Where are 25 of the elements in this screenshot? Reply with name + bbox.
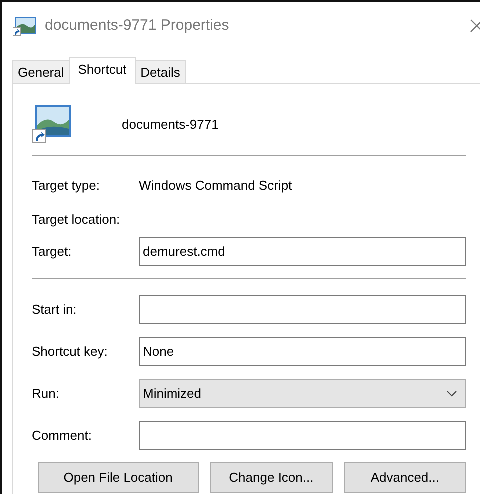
info-value: Windows Command Script (139, 178, 292, 192)
field-label: Target: (32, 244, 73, 259)
tab[interactable]: Shortcut (69, 57, 136, 84)
window-title: documents-9771 Properties (45, 17, 230, 34)
field-label: Run: (32, 386, 60, 401)
shortcut-name: documents-9771 (122, 116, 219, 132)
shortcut-picture-icon (32, 104, 72, 144)
tab[interactable]: General (12, 60, 70, 83)
action-button[interactable]: Change Icon... (210, 462, 334, 493)
input-field[interactable] (139, 421, 466, 450)
action-button[interactable]: Advanced... (344, 462, 466, 493)
chevron-down-icon (447, 390, 457, 396)
input-field[interactable]: demurest.cmd (139, 237, 466, 266)
info-label: Target type: (32, 178, 101, 192)
action-button[interactable]: Open File Location (38, 462, 199, 493)
run-dropdown[interactable]: Minimized (139, 379, 466, 408)
field-label: Shortcut key: (32, 344, 109, 359)
field-label: Comment: (32, 428, 93, 443)
input-field[interactable] (139, 295, 466, 324)
input-field[interactable]: None (139, 337, 466, 366)
info-label: Target location: (32, 212, 122, 226)
shortcut-picture-icon (13, 16, 37, 36)
tab[interactable]: Details (134, 60, 186, 83)
field-label: Start in: (32, 302, 78, 317)
close-icon[interactable] (470, 18, 480, 32)
